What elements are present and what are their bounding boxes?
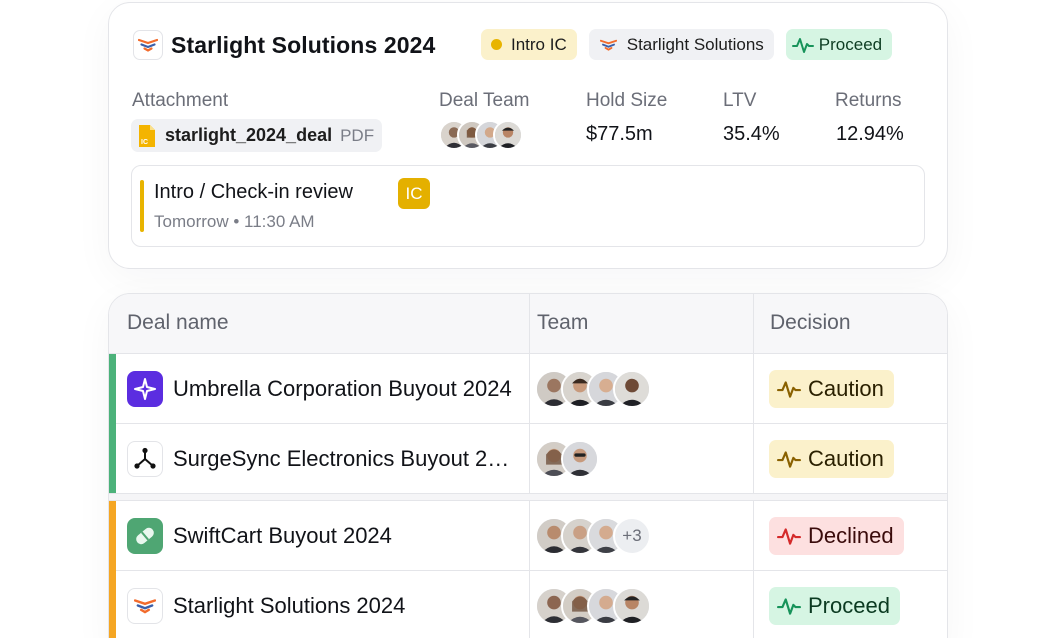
column-header-deal[interactable]: Deal name <box>127 311 229 335</box>
returns-value: 12.94% <box>836 123 904 145</box>
hold-size-value: $77.5m <box>586 123 653 145</box>
table-row[interactable]: Starlight Solutions 2024 Proceed <box>109 571 947 638</box>
pulse-activity-icon <box>777 381 801 398</box>
event-title: Intro / Check-in review <box>154 181 353 203</box>
deal-cell: SurgeSync Electronics Buyout 2024 <box>127 424 518 494</box>
deal-team-label: Deal Team <box>439 90 530 111</box>
meeting-event-card[interactable]: Intro / Check-in review IC Tomorrow • 11… <box>131 165 925 247</box>
company-tag-label: Starlight Solutions <box>626 34 764 54</box>
umbrella-star-logo-icon <box>127 371 163 407</box>
decision-label: Proceed <box>808 593 890 618</box>
decision-tag-label: Proceed <box>818 34 883 54</box>
pulse-activity-icon <box>777 451 801 468</box>
group-accent <box>109 424 116 495</box>
table-row[interactable]: SwiftCart Buyout 2024 +3 Declined <box>109 501 947 572</box>
starlight-logo-icon <box>599 35 619 55</box>
stage-tag-label: Intro IC <box>511 34 567 54</box>
avatar <box>613 587 651 625</box>
deal-team-avatars[interactable] <box>439 120 523 150</box>
group-separator <box>109 493 947 501</box>
deal-summary-card: Starlight Solutions 2024 Intro IC Starli… <box>108 2 948 269</box>
deal-cell: SwiftCart Buyout 2024 <box>127 501 392 571</box>
deal-card-header: Starlight Solutions 2024 <box>133 29 435 61</box>
team-cell[interactable] <box>535 424 599 494</box>
more-members-chip[interactable]: +3 <box>613 517 651 555</box>
decision-badge[interactable]: Declined <box>769 517 904 555</box>
table-header: Deal name Team Decision <box>109 294 947 354</box>
swiftcart-pill-icon <box>127 518 163 554</box>
decision-cell: Declined <box>769 501 904 571</box>
returns-label: Returns <box>835 90 902 111</box>
starlight-logo-icon <box>133 30 163 60</box>
deal-card-title: Starlight Solutions 2024 <box>171 31 436 58</box>
decision-label: Declined <box>808 523 894 548</box>
avatar <box>493 120 523 150</box>
decision-label: Caution <box>808 376 884 401</box>
hold-size-label: Hold Size <box>586 90 668 111</box>
stage-tag[interactable]: Intro IC <box>481 29 577 60</box>
group-accent <box>109 571 116 638</box>
decision-badge[interactable]: Caution <box>769 440 894 478</box>
attachment-name: starlight_2024_deal <box>165 125 333 145</box>
ltv-value: 35.4% <box>723 123 780 145</box>
column-header-decision[interactable]: Decision <box>770 311 851 335</box>
decision-cell: Proceed <box>769 571 900 638</box>
stage-dot-icon <box>491 39 502 50</box>
pulse-activity-icon <box>777 528 801 545</box>
deal-tags: Intro IC Starlight Solutions Proceed <box>481 29 893 60</box>
pulse-activity-icon <box>791 37 814 53</box>
event-badge: IC <box>398 178 430 209</box>
deal-name[interactable]: Starlight Solutions 2024 <box>173 593 405 619</box>
svg-text:IC: IC <box>141 139 148 146</box>
group-accent <box>109 354 116 425</box>
table-row[interactable]: SurgeSync Electronics Buyout 2024 Cautio… <box>109 424 947 495</box>
decision-badge[interactable]: Proceed <box>769 587 900 625</box>
avatar <box>561 440 599 478</box>
team-cell[interactable] <box>535 571 651 638</box>
pulse-activity-icon <box>777 598 801 615</box>
column-header-team[interactable]: Team <box>537 311 588 335</box>
deals-table: Deal name Team Decision Umbrella Corpora… <box>108 293 948 638</box>
decision-tag[interactable]: Proceed <box>785 29 893 60</box>
attachment-label: Attachment <box>132 90 229 111</box>
decision-cell: Caution <box>769 424 894 494</box>
event-accent-bar <box>140 180 144 232</box>
pdf-file-icon: IC <box>139 124 155 147</box>
deal-name[interactable]: SurgeSync Electronics Buyout 2024 <box>173 446 518 472</box>
decision-badge[interactable]: Caution <box>769 370 894 408</box>
deal-cell: Umbrella Corporation Buyout 2024 <box>127 354 512 424</box>
attachment-ext: PDF <box>340 125 375 145</box>
decision-cell: Caution <box>769 354 894 424</box>
starlight-logo-icon <box>127 588 163 624</box>
team-cell[interactable]: +3 <box>535 501 651 571</box>
avatar <box>613 370 651 408</box>
table-row[interactable]: Umbrella Corporation Buyout 2024 Caution <box>109 354 947 425</box>
deal-cell: Starlight Solutions 2024 <box>127 571 405 638</box>
decision-label: Caution <box>808 446 884 471</box>
team-cell[interactable] <box>535 354 651 424</box>
event-time: Tomorrow • 11:30 AM <box>154 212 315 231</box>
ltv-label: LTV <box>723 90 757 111</box>
attachment-chip[interactable]: IC starlight_2024_deal PDF <box>131 119 383 152</box>
company-tag[interactable]: Starlight Solutions <box>588 29 774 60</box>
deal-name[interactable]: SwiftCart Buyout 2024 <box>173 523 392 549</box>
group-accent <box>109 501 116 572</box>
surgesync-tri-node-icon <box>127 441 163 477</box>
deal-name[interactable]: Umbrella Corporation Buyout 2024 <box>173 376 512 402</box>
